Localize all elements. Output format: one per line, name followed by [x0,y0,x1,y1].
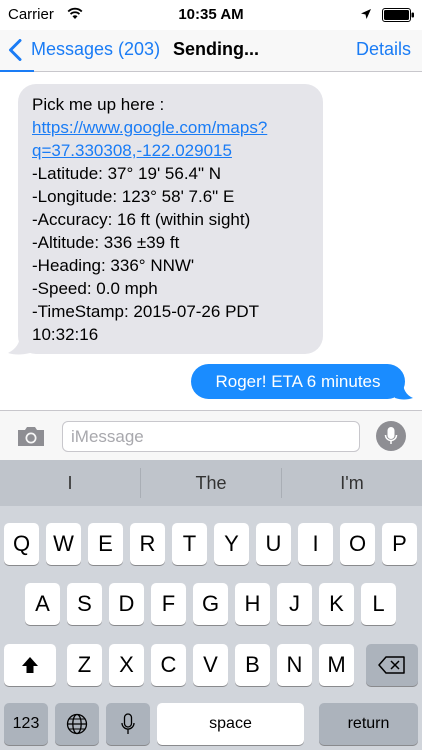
key-z[interactable]: Z [67,644,102,686]
key-t[interactable]: T [172,523,207,565]
globe-key[interactable] [55,703,99,745]
message-line: -Accuracy: 16 ft (within sight) [32,210,251,229]
key-r[interactable]: R [130,523,165,565]
message-line: -Speed: 0.0 mph [32,279,158,298]
key-v[interactable]: V [193,644,228,686]
globe-icon [66,713,88,735]
key-d[interactable]: D [109,583,144,625]
send-progress-fill [0,70,34,72]
key-e[interactable]: E [88,523,123,565]
key-o[interactable]: O [340,523,375,565]
space-key[interactable]: space [157,703,304,745]
send-progress-bar [0,70,422,72]
back-chevron-icon[interactable] [8,39,22,61]
mic-icon [384,427,398,444]
status-time: 10:35 AM [178,6,244,23]
suggestion-1[interactable]: I [0,460,140,506]
key-b[interactable]: B [235,644,270,686]
message-input-bar [0,410,422,460]
maps-link[interactable]: https://www.google.com/maps? [32,116,309,139]
details-button[interactable]: Details [356,39,411,60]
keyboard: I The I'm Q W E R T Y U I O P A S D F G … [0,460,422,750]
dictation-button[interactable] [376,421,406,451]
suggestion-2[interactable]: The [141,460,281,506]
camera-icon[interactable] [16,424,46,448]
shift-key[interactable] [4,644,56,686]
message-line: -Altitude: 336 ±39 ft [32,233,180,252]
message-line: -Longitude: 123° 58' 7.6" E [32,187,235,206]
key-w[interactable]: W [46,523,81,565]
key-s[interactable]: S [67,583,102,625]
backspace-icon [378,656,405,674]
dictation-mic-icon [121,713,135,734]
maps-link-continued[interactable]: q=37.330308,-122.029015 [32,139,309,162]
navigation-bar: Messages (203) Sending... Details [0,30,422,72]
key-y[interactable]: Y [214,523,249,565]
key-l[interactable]: L [361,583,396,625]
message-line: -Heading: 336° NNW' [32,256,195,275]
numbers-key[interactable]: 123 [4,703,48,745]
message-line: -TimeStamp: 2015-07-26 PDT [32,302,260,321]
location-icon [361,9,371,19]
message-line: -Latitude: 37° 19' 56.4" N [32,164,222,183]
message-line: 10:32:16 [32,325,99,344]
nav-title: Sending... [173,39,260,59]
key-j[interactable]: J [277,583,312,625]
shift-icon [22,657,38,673]
key-u[interactable]: U [256,523,291,565]
key-g[interactable]: G [193,583,228,625]
key-q[interactable]: Q [4,523,39,565]
conversation-transcript[interactable]: Pick me up here : https://www.google.com… [0,73,422,410]
key-c[interactable]: C [151,644,186,686]
key-a[interactable]: A [25,583,60,625]
key-f[interactable]: F [151,583,186,625]
key-p[interactable]: P [382,523,417,565]
suggestion-3[interactable]: I'm [282,460,422,506]
predictive-bar: I The I'm [0,460,422,506]
dictation-key[interactable] [106,703,150,745]
key-n[interactable]: N [277,644,312,686]
message-line: Pick me up here : [32,95,165,114]
incoming-message-bubble[interactable]: Pick me up here : https://www.google.com… [18,84,323,354]
imessage-input[interactable] [62,421,360,452]
battery-icon [382,8,414,22]
backspace-key[interactable] [366,644,418,686]
outgoing-message-bubble[interactable]: Roger! ETA 6 minutes [191,364,405,399]
key-k[interactable]: K [319,583,354,625]
key-i[interactable]: I [298,523,333,565]
status-bar: Carrier 10:35 AM [0,0,422,30]
key-x[interactable]: X [109,644,144,686]
key-m[interactable]: M [319,644,354,686]
return-key[interactable]: return [319,703,418,745]
back-button[interactable]: Messages (203) [31,39,160,60]
key-h[interactable]: H [235,583,270,625]
